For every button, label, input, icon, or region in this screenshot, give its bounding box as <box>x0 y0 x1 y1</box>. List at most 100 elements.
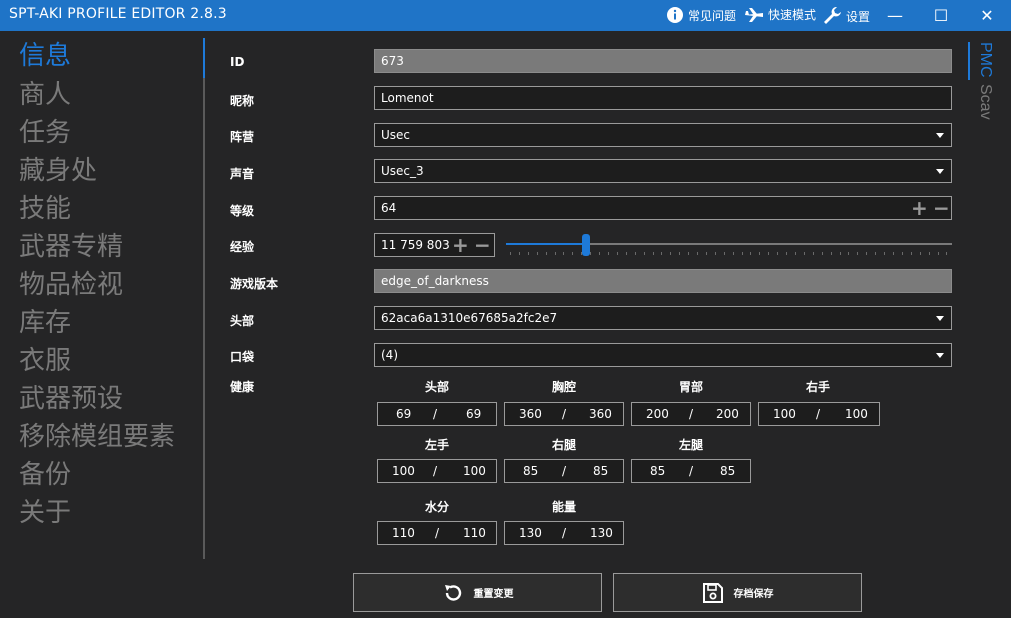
level-increment-button[interactable]: + <box>911 197 928 219</box>
save-icon <box>702 582 723 603</box>
health-head-box[interactable]: 69 / 69 <box>377 402 497 426</box>
dropdown-caret-icon <box>936 133 944 138</box>
health-part-label: 头部 <box>424 380 449 394</box>
pockets-label: 口袋 <box>230 350 255 364</box>
experience-slider-fill <box>506 243 587 245</box>
sidebar-item-info[interactable]: 信息 <box>19 40 71 72</box>
fast-mode-label: 快速模式 <box>768 8 817 22</box>
health-separator: / <box>433 407 438 421</box>
slider-tick <box>821 252 823 255</box>
sidebar-item-remove-mods[interactable]: 移除模组要素 <box>19 421 175 453</box>
slider-tick <box>875 252 877 255</box>
health-part-label: 右手 <box>805 380 830 394</box>
maximize-button[interactable]: ☐ <box>918 0 964 31</box>
head-label: 头部 <box>230 314 255 328</box>
health-max[interactable]: 85 <box>720 464 735 478</box>
health-current[interactable]: 100 <box>392 464 415 478</box>
slider-tick <box>563 252 565 255</box>
experience-increment-button[interactable]: + <box>452 234 469 256</box>
health-stomach-box[interactable]: 200 / 200 <box>631 402 751 426</box>
sidebar-item-quests[interactable]: 任务 <box>19 117 71 149</box>
sidebar-item-weapon-presets[interactable]: 武器预设 <box>19 383 123 415</box>
health-left-arm-box[interactable]: 100 / 100 <box>377 459 497 483</box>
slider-tick <box>892 252 894 255</box>
tab-scav[interactable]: Scav <box>976 84 994 120</box>
slider-tick <box>581 252 583 255</box>
slider-tick <box>616 252 618 255</box>
nickname-input[interactable]: Lomenot <box>374 86 952 110</box>
experience-input[interactable]: 11 759 803 + − <box>374 233 495 257</box>
sidebar-item-backups[interactable]: 备份 <box>19 459 71 491</box>
slider-tick <box>590 252 592 255</box>
health-separator: / <box>689 407 694 421</box>
slider-tick <box>839 252 841 255</box>
health-max[interactable]: 110 <box>463 526 486 540</box>
health-max[interactable]: 130 <box>590 526 613 540</box>
health-part-label: 胃部 <box>678 380 703 394</box>
fast-mode-button[interactable]: 快速模式 <box>744 6 816 23</box>
settings-button[interactable]: 设置 <box>822 6 870 26</box>
health-max[interactable]: 200 <box>716 407 739 421</box>
health-chest-box[interactable]: 360 / 360 <box>504 402 624 426</box>
health-max[interactable]: 85 <box>593 464 608 478</box>
sidebar-item-examine[interactable]: 物品检视 <box>19 269 123 301</box>
slider-tick <box>910 252 912 255</box>
sidebar-item-about[interactable]: 关于 <box>19 497 71 529</box>
experience-decrement-button[interactable]: − <box>474 234 491 256</box>
health-max[interactable]: 100 <box>463 464 486 478</box>
health-current[interactable]: 100 <box>773 407 796 421</box>
health-hydration-box[interactable]: 110 / 110 <box>377 521 497 545</box>
health-current[interactable]: 200 <box>646 407 669 421</box>
sidebar-item-clothing[interactable]: 衣服 <box>19 345 71 377</box>
sidebar-item-hideout[interactable]: 藏身处 <box>19 155 97 187</box>
health-max[interactable]: 69 <box>466 407 481 421</box>
health-separator: / <box>689 464 694 478</box>
health-current[interactable]: 110 <box>392 526 415 540</box>
slider-tick <box>652 252 654 255</box>
level-input[interactable]: 64 + − <box>374 196 952 220</box>
info-icon <box>667 7 683 23</box>
health-current[interactable]: 130 <box>519 526 542 540</box>
sidebar-item-traders[interactable]: 商人 <box>19 79 71 111</box>
slider-tick <box>866 252 868 255</box>
close-button[interactable]: ✕ <box>964 0 1010 31</box>
level-label: 等级 <box>230 204 255 218</box>
health-current[interactable]: 69 <box>396 407 411 421</box>
faq-button[interactable]: 常见问题 <box>666 6 736 24</box>
health-max[interactable]: 360 <box>589 407 612 421</box>
health-right-leg-box[interactable]: 85 / 85 <box>504 459 624 483</box>
window-title: SPT-AKI PROFILE EDITOR 2.8.3 <box>9 6 227 22</box>
dropdown-caret-icon <box>936 169 944 174</box>
head-select[interactable]: 62aca6a1310e67685a2fc2e7 <box>374 306 952 330</box>
level-decrement-button[interactable]: − <box>933 197 950 219</box>
health-current[interactable]: 85 <box>650 464 665 478</box>
slider-tick <box>777 252 779 255</box>
health-left-leg-box[interactable]: 85 / 85 <box>631 459 751 483</box>
reset-changes-button[interactable]: 重置变更 <box>353 573 602 612</box>
slider-tick <box>572 252 574 255</box>
health-max[interactable]: 100 <box>845 407 868 421</box>
save-profile-button[interactable]: 存档保存 <box>613 573 862 612</box>
voice-label: 声音 <box>230 167 255 181</box>
pockets-select[interactable]: (4) <box>374 343 952 367</box>
health-right-arm-box[interactable]: 100 / 100 <box>758 402 880 426</box>
sidebar-item-weapon-mastery[interactable]: 武器专精 <box>19 231 123 263</box>
profile-tabs: PMC Scav <box>968 42 998 132</box>
sidebar-item-skills[interactable]: 技能 <box>19 193 71 225</box>
level-value: 64 <box>381 201 397 215</box>
health-energy-box[interactable]: 130 / 130 <box>504 521 624 545</box>
tab-pmc[interactable]: PMC <box>976 42 994 78</box>
experience-slider-ticks <box>510 252 948 256</box>
sidebar-item-stash[interactable]: 库存 <box>19 307 71 339</box>
slider-tick <box>643 252 645 255</box>
sidebar: 信息 商人 任务 藏身处 技能 武器专精 物品检视 库存 衣服 武器预设 移除模… <box>0 31 205 618</box>
slider-tick <box>830 252 832 255</box>
slider-tick <box>688 252 690 255</box>
minimize-button[interactable]: — <box>872 0 918 31</box>
slider-tick <box>786 252 788 255</box>
voice-select[interactable]: Usec_3 <box>374 159 952 183</box>
slider-tick <box>661 252 663 255</box>
health-current[interactable]: 360 <box>519 407 542 421</box>
side-select[interactable]: Usec <box>374 123 952 147</box>
health-current[interactable]: 85 <box>523 464 538 478</box>
